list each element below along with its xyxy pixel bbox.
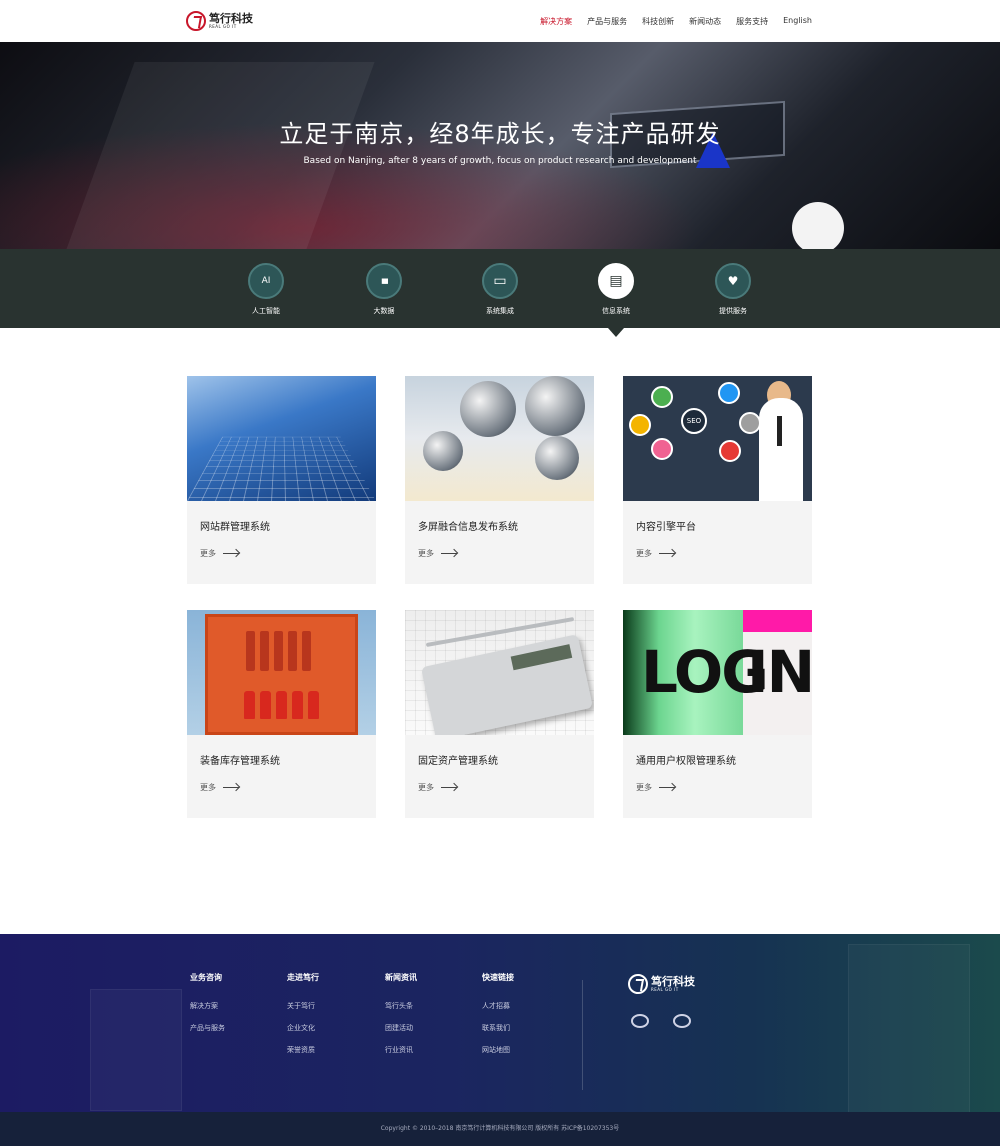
category-label: 提供服务 — [719, 307, 747, 315]
nav-innovation[interactable]: 科技创新 — [642, 16, 674, 27]
card-title: 固定资产管理系统 — [418, 756, 498, 767]
main-nav: 解决方案 产品与服务 科技创新 新闻动态 服务支持 English — [540, 16, 812, 27]
footer-link[interactable]: 联系我们 — [482, 1023, 514, 1033]
copyright-text: Copyright © 2010–2018 南京笃行计算机科技有限公司 版权所有… — [0, 1112, 1000, 1146]
card-image-calculator — [405, 610, 594, 735]
footer-link[interactable]: 团建活动 — [385, 1023, 417, 1033]
hero-banner: 立足于南京，经8年成长，专注产品研发 Based on Nanjing, aft… — [0, 42, 1000, 249]
weibo-icon[interactable] — [673, 1014, 691, 1028]
nav-news[interactable]: 新闻动态 — [689, 16, 721, 27]
footer-heading: 新闻资讯 — [385, 973, 417, 982]
category-label: 信息系统 — [602, 307, 630, 315]
card-more-link[interactable]: 更多 — [200, 782, 239, 793]
footer-link[interactable]: 人才招募 — [482, 1001, 514, 1011]
arrow-right-icon — [659, 787, 675, 788]
arrow-right-icon — [223, 553, 239, 554]
footer-link[interactable]: 解决方案 — [190, 1001, 225, 1011]
solution-card[interactable]: 多屏融合信息发布系统 更多 — [405, 376, 594, 584]
footer-link[interactable]: 网站地图 — [482, 1045, 514, 1055]
footer-link[interactable]: 行业资讯 — [385, 1045, 417, 1055]
category-ai[interactable]: AI 人工智能 — [226, 263, 306, 316]
arrow-right-icon — [441, 553, 457, 554]
heart-icon: ♥ — [715, 263, 751, 299]
card-title: 网站群管理系统 — [200, 522, 270, 533]
card-title: 通用用户权限管理系统 — [636, 756, 736, 767]
bar-chart-icon: ▮▮▮ — [366, 263, 402, 299]
nav-support[interactable]: 服务支持 — [736, 16, 768, 27]
server-icon: ▭ — [482, 263, 518, 299]
footer-link[interactable]: 企业文化 — [287, 1023, 319, 1033]
card-image-globes — [405, 376, 594, 501]
card-more-link[interactable]: 更多 — [418, 548, 457, 559]
category-integration[interactable]: ▭ 系统集成 — [460, 263, 540, 316]
wechat-icon[interactable] — [631, 1014, 649, 1028]
nav-english[interactable]: English — [783, 16, 812, 27]
logo-text: 笃行科技 — [209, 12, 253, 25]
footer-link[interactable]: 产品与服务 — [190, 1023, 225, 1033]
card-more-link[interactable]: 更多 — [200, 548, 239, 559]
footer-logo[interactable]: 笃行科技 REAL GO IT — [628, 974, 695, 994]
solution-card[interactable]: SEO 内容引擎平台 更多 — [623, 376, 812, 584]
arrow-right-icon — [223, 787, 239, 788]
footer-logo-text: 笃行科技 — [651, 975, 695, 988]
solution-card[interactable]: LOG IN 通用用户权限管理系统 更多 — [623, 610, 812, 818]
dashboard-icon: ▤ — [598, 263, 634, 299]
arrow-right-icon — [441, 787, 457, 788]
footer-column-quicklinks: 快速链接 人才招募 联系我们 网站地图 — [482, 972, 514, 1067]
site-footer: 业务咨询 解决方案 产品与服务 走进笃行 关于笃行 企业文化 荣誉资质 新闻资讯… — [0, 934, 1000, 1112]
footer-link[interactable]: 荣誉资质 — [287, 1045, 319, 1055]
card-more-link[interactable]: 更多 — [418, 782, 457, 793]
hero-subtitle: Based on Nanjing, after 8 years of growt… — [303, 156, 697, 166]
ai-icon: AI — [248, 263, 284, 299]
logo-mark-icon — [628, 974, 648, 994]
card-image-login-key: LOG IN — [623, 610, 812, 735]
footer-heading: 走进笃行 — [287, 973, 319, 982]
footer-column-consulting: 业务咨询 解决方案 产品与服务 — [190, 972, 225, 1045]
category-infosystem[interactable]: ▤ 信息系统 — [576, 263, 656, 316]
footer-logo-subtext: REAL GO IT — [651, 987, 679, 992]
seo-badge: SEO — [681, 408, 707, 434]
site-logo[interactable]: 笃行科技 REAL GO IT — [186, 11, 253, 31]
logo-subtext: REAL GO IT — [209, 24, 237, 29]
card-image-fire-cabinet — [187, 610, 376, 735]
card-title: 内容引擎平台 — [636, 522, 696, 533]
category-service[interactable]: ♥ 提供服务 — [693, 263, 773, 316]
solution-card[interactable]: 固定资产管理系统 更多 — [405, 610, 594, 818]
footer-link[interactable]: 关于笃行 — [287, 1001, 319, 1011]
arrow-right-icon — [659, 553, 675, 554]
category-bigdata[interactable]: ▮▮▮ 大数据 — [344, 263, 424, 316]
login-key-right-text: IN — [747, 638, 812, 706]
card-image-seo-businessman: SEO — [623, 376, 812, 501]
card-more-link[interactable]: 更多 — [636, 548, 675, 559]
logo-mark-icon — [186, 11, 206, 31]
hero-light-circle — [792, 202, 844, 249]
footer-link[interactable]: 笃行头条 — [385, 1001, 417, 1011]
card-image-icons-grid — [187, 376, 376, 501]
footer-column-news: 新闻资讯 笃行头条 团建活动 行业资讯 — [385, 972, 417, 1067]
category-label: 人工智能 — [252, 307, 280, 315]
card-title: 装备库存管理系统 — [200, 756, 280, 767]
site-header: 笃行科技 REAL GO IT 解决方案 产品与服务 科技创新 新闻动态 服务支… — [0, 0, 1000, 42]
solution-card[interactable]: 装备库存管理系统 更多 — [187, 610, 376, 818]
category-label: 系统集成 — [486, 307, 514, 315]
footer-column-about: 走进笃行 关于笃行 企业文化 荣誉资质 — [287, 972, 319, 1067]
category-label: 大数据 — [373, 307, 395, 315]
category-bar: AI 人工智能 ▮▮▮ 大数据 ▭ 系统集成 ▤ 信息系统 ♥ 提供服务 — [0, 249, 1000, 328]
nav-solutions[interactable]: 解决方案 — [540, 16, 572, 27]
footer-heading: 快速链接 — [482, 973, 514, 982]
active-category-pointer — [608, 328, 624, 337]
footer-divider — [582, 980, 583, 1090]
footer-heading: 业务咨询 — [190, 973, 222, 982]
card-title: 多屏融合信息发布系统 — [418, 522, 518, 533]
hero-title: 立足于南京，经8年成长，专注产品研发 — [279, 120, 721, 148]
nav-products[interactable]: 产品与服务 — [587, 16, 627, 27]
solution-card[interactable]: 网站群管理系统 更多 — [187, 376, 376, 584]
card-more-link[interactable]: 更多 — [636, 782, 675, 793]
